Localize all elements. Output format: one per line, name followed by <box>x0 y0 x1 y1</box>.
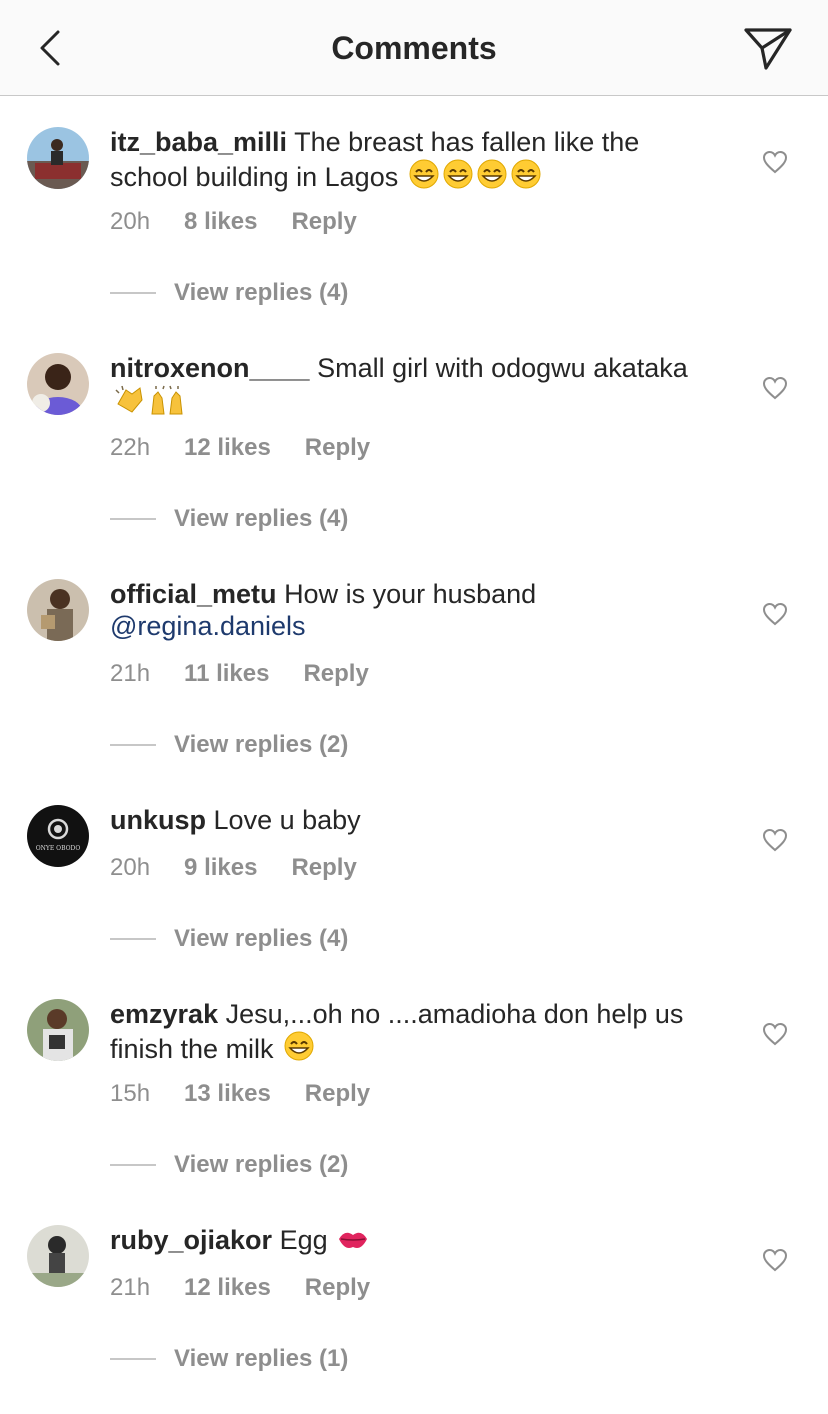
comment-meta: 20h 8 likes Reply <box>110 208 391 236</box>
comment-message: Small girl with odogwu akataka <box>317 353 688 383</box>
view-replies-button[interactable]: View replies (4) <box>110 505 348 533</box>
likes-count[interactable]: 12 likes <box>184 434 271 462</box>
comment-time: 22h <box>110 434 151 461</box>
comment-item: nitroxenon____ Small girl with odogwu ak… <box>0 322 828 548</box>
reply-button[interactable]: Reply <box>305 434 370 462</box>
like-button[interactable] <box>762 150 788 174</box>
divider <box>110 518 156 520</box>
header: Comments <box>0 0 828 96</box>
comment-text: unkusp Love u baby <box>110 804 710 836</box>
comment-item: itz_baba_milli The breast has fallen lik… <box>0 96 828 322</box>
comment-time: 21h <box>110 1274 151 1301</box>
view-replies-button[interactable]: View replies (1) <box>110 1345 348 1373</box>
comment-meta: 21h 12 likes Reply <box>110 1274 404 1302</box>
comment-message: Egg <box>279 1225 328 1255</box>
grinning-face-icon <box>476 158 508 197</box>
share-button[interactable] <box>742 24 794 74</box>
reply-button[interactable]: Reply <box>305 1274 370 1302</box>
comment-item: emzyrak Jesu,...oh no ....amadioha don h… <box>0 968 828 1194</box>
divider <box>110 1358 156 1360</box>
comment-text: nitroxenon____ Small girl with odogwu ak… <box>110 352 710 423</box>
comment-text: emzyrak Jesu,...oh no ....amadioha don h… <box>110 998 710 1069</box>
comment-message: Love u baby <box>213 805 361 835</box>
chevron-left-icon <box>40 30 60 66</box>
comment-list: itz_baba_milli The breast has fallen lik… <box>0 96 828 1388</box>
like-button[interactable] <box>762 828 788 852</box>
like-button[interactable] <box>762 1248 788 1272</box>
comment-item: official_metu How is your husband @regin… <box>0 548 828 774</box>
view-replies-button[interactable]: View replies (2) <box>110 731 348 759</box>
comment-text: ruby_ojiakor Egg <box>110 1224 710 1260</box>
kiss-mark-icon <box>337 1225 369 1260</box>
likes-count[interactable]: 8 likes <box>184 208 257 236</box>
view-replies-label: View replies (1) <box>174 1345 349 1372</box>
likes-count[interactable]: 9 likes <box>184 854 257 882</box>
grinning-face-icon <box>510 158 542 197</box>
comment-meta: 21h 11 likes Reply <box>110 660 403 688</box>
heart-icon <box>762 1022 788 1046</box>
divider <box>110 744 156 746</box>
view-replies-label: View replies (2) <box>174 1151 349 1178</box>
likes-count[interactable]: 12 likes <box>184 1274 271 1302</box>
avatar[interactable] <box>27 127 89 189</box>
like-button[interactable] <box>762 1022 788 1046</box>
view-replies-button[interactable]: View replies (4) <box>110 279 348 307</box>
comment-username[interactable]: nitroxenon____ <box>110 353 310 383</box>
comment-time: 20h <box>110 208 151 235</box>
page-title: Comments <box>331 30 497 66</box>
comment-message: How is your husband <box>284 579 537 609</box>
comment-username[interactable]: ruby_ojiakor <box>110 1225 272 1255</box>
heart-icon <box>762 602 788 626</box>
likes-count[interactable]: 13 likes <box>184 1080 271 1108</box>
comment-username[interactable]: unkusp <box>110 805 206 835</box>
comment-meta: 15h 13 likes Reply <box>110 1080 404 1108</box>
avatar-logo-text: ONYE OBODO <box>36 845 81 852</box>
avatar[interactable] <box>27 353 89 415</box>
comment-time: 15h <box>110 1080 151 1107</box>
avatar[interactable] <box>27 1225 89 1287</box>
heart-icon <box>762 1248 788 1272</box>
heart-icon <box>762 828 788 852</box>
view-replies-label: View replies (2) <box>174 731 349 758</box>
view-replies-button[interactable]: View replies (2) <box>110 1151 348 1179</box>
reply-button[interactable]: Reply <box>305 1080 370 1108</box>
divider <box>110 292 156 294</box>
view-replies-label: View replies (4) <box>174 925 349 952</box>
like-button[interactable] <box>762 602 788 626</box>
grinning-face-icon <box>408 158 440 197</box>
clapping-hands-icon <box>112 384 146 423</box>
grinning-face-icon <box>442 158 474 197</box>
view-replies-button[interactable]: View replies (4) <box>110 925 348 953</box>
divider <box>110 938 156 940</box>
comment-username[interactable]: itz_baba_milli <box>110 127 287 157</box>
comment-username[interactable]: official_metu <box>110 579 277 609</box>
comment-text: itz_baba_milli The breast has fallen lik… <box>110 126 710 197</box>
comment-time: 21h <box>110 660 151 687</box>
raising-hands-icon <box>148 384 186 423</box>
back-button[interactable] <box>36 26 68 70</box>
reply-button[interactable]: Reply <box>291 208 356 236</box>
avatar[interactable]: ONYE OBODO <box>27 805 89 867</box>
reply-button[interactable]: Reply <box>291 854 356 882</box>
avatar[interactable] <box>27 999 89 1061</box>
heart-icon <box>762 376 788 400</box>
send-icon <box>744 28 792 70</box>
comment-meta: 20h 9 likes Reply <box>110 854 391 882</box>
comment-item: ruby_ojiakor Egg 21h 12 likes Reply View… <box>0 1194 828 1388</box>
avatar[interactable] <box>27 579 89 641</box>
comment-username[interactable]: emzyrak <box>110 999 218 1029</box>
comment-meta: 22h 12 likes Reply <box>110 434 404 462</box>
reply-button[interactable]: Reply <box>303 660 368 688</box>
heart-icon <box>762 150 788 174</box>
likes-count[interactable]: 11 likes <box>184 660 269 688</box>
view-replies-label: View replies (4) <box>174 505 349 532</box>
like-button[interactable] <box>762 376 788 400</box>
grinning-face-icon <box>283 1030 315 1069</box>
mention-link[interactable]: @regina.daniels <box>110 611 306 641</box>
comment-item: ONYE OBODO unkusp Love u baby 20h 9 like… <box>0 774 828 968</box>
divider <box>110 1164 156 1166</box>
comment-text: official_metu How is your husband @regin… <box>110 578 710 642</box>
view-replies-label: View replies (4) <box>174 279 349 306</box>
comment-time: 20h <box>110 854 151 881</box>
